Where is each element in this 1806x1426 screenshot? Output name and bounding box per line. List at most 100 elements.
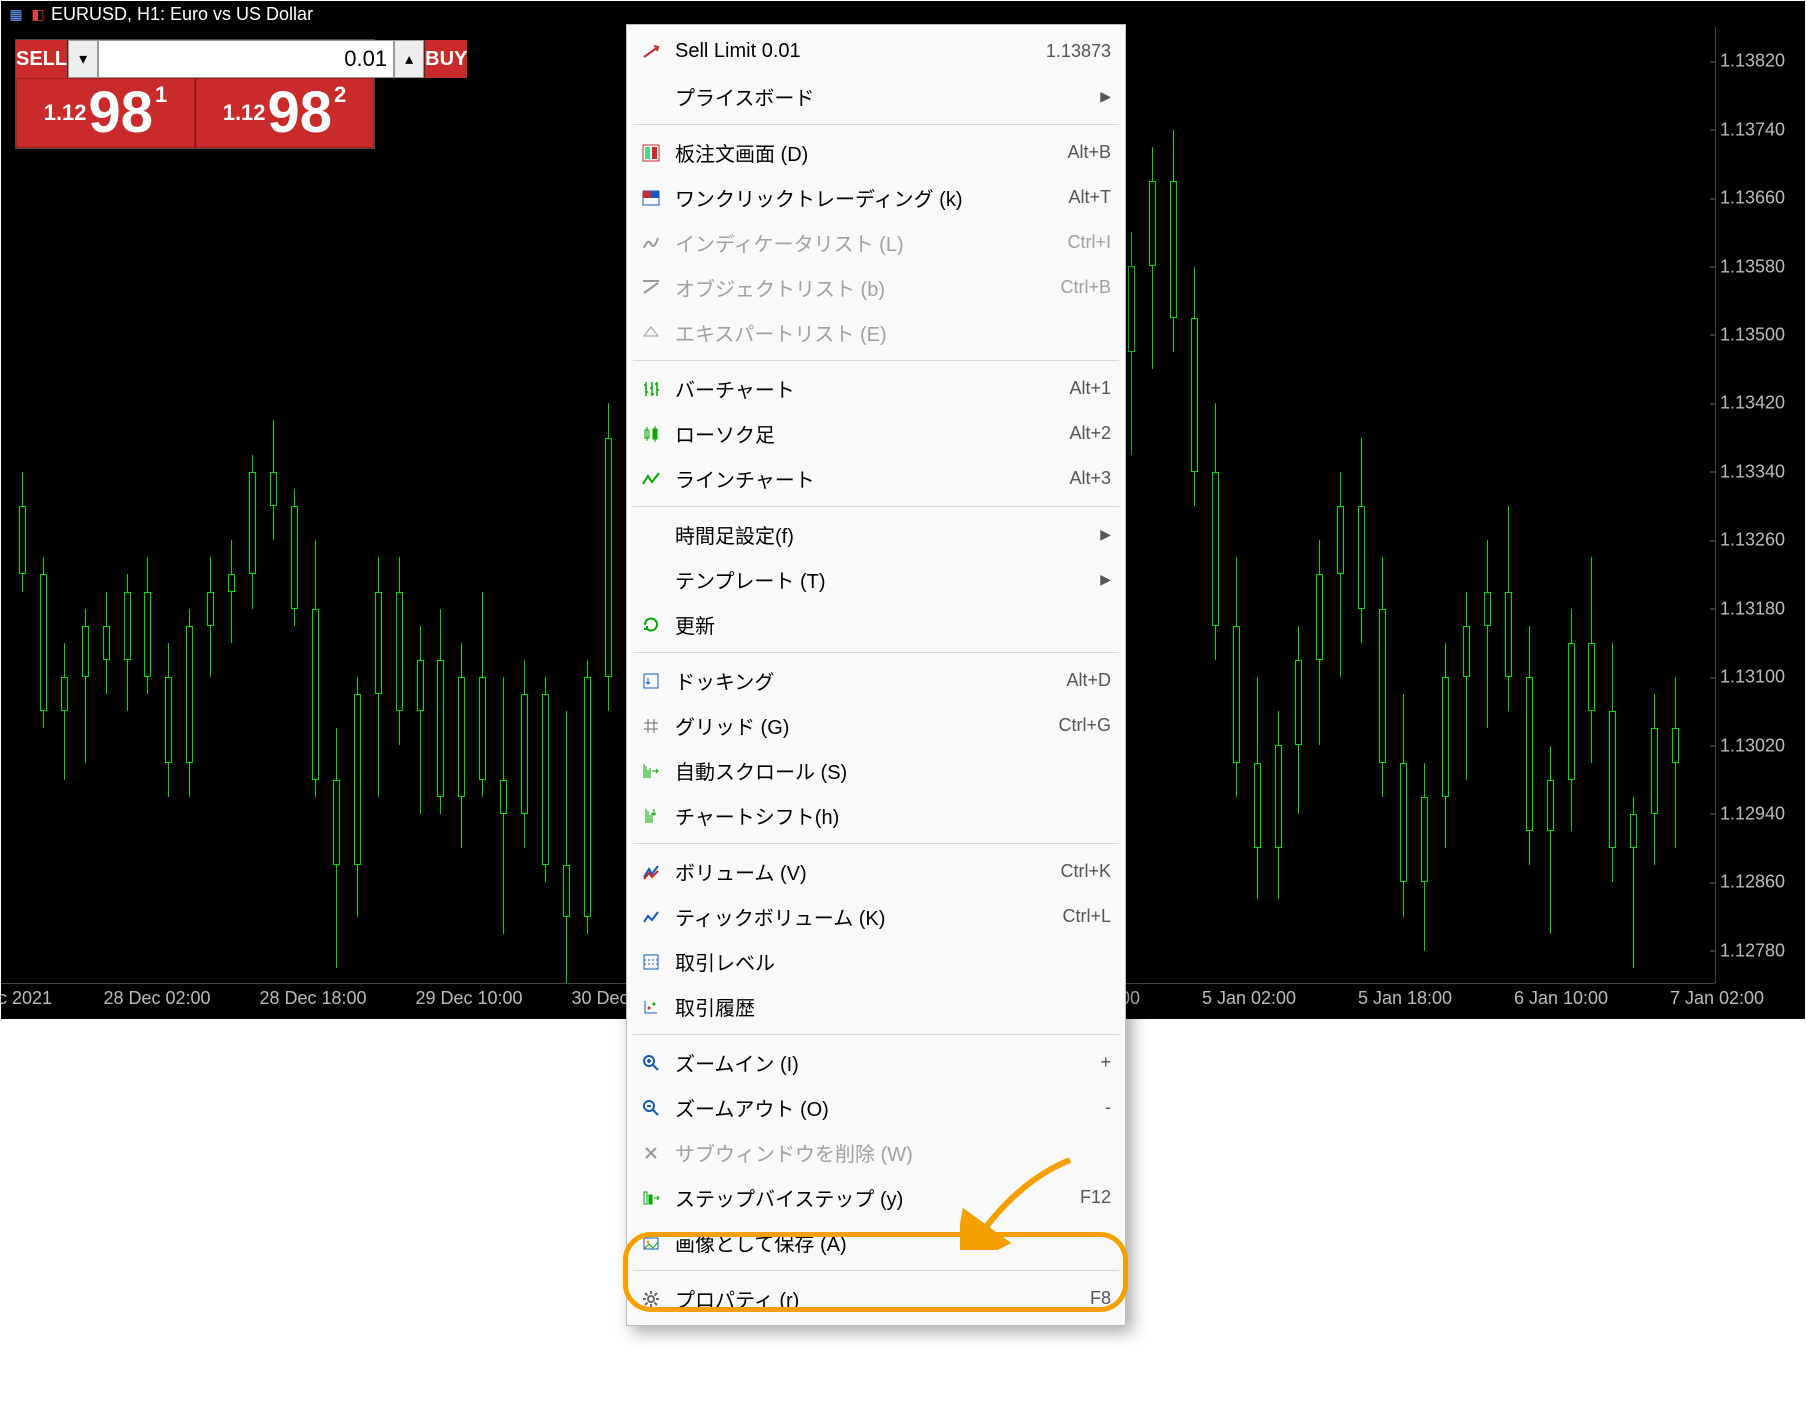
menu-separator (633, 124, 1119, 125)
candle (336, 728, 337, 968)
menu-item[interactable]: 板注文画面 (D) Alt+B (627, 130, 1125, 175)
menu-item-shortcut: Alt+B (1067, 142, 1111, 163)
menu-item-label: グリッド (G) (675, 711, 1048, 740)
menu-item-label: サブウィンドウを削除 (W) (675, 1138, 1111, 1167)
candle (1654, 694, 1655, 865)
menu-item-shortcut: - (1105, 1097, 1111, 1118)
candle (608, 403, 609, 711)
candle (1403, 694, 1404, 916)
menu-item-shortcut: Alt+1 (1069, 378, 1111, 399)
time-tick: 7 Jan 02:00 (1670, 988, 1764, 1009)
menu-item[interactable]: 更新 (627, 602, 1125, 647)
menu-item-shortcut: Alt+D (1066, 670, 1111, 691)
candle (1152, 147, 1153, 369)
saveimage-icon (637, 1229, 665, 1257)
menu-item-shortcut: Ctrl+B (1060, 277, 1111, 298)
price-tick: 1.13180 (1720, 598, 1785, 619)
indicator-icon (637, 229, 665, 257)
candle (85, 609, 86, 763)
menu-item[interactable]: ズームアウト (O)- (627, 1085, 1125, 1130)
candle (566, 711, 567, 983)
time-tick: 27 Dec 2021 (0, 988, 52, 1009)
grid-icon (637, 712, 665, 740)
menu-separator (633, 360, 1119, 361)
menu-item: インディケータリスト (L)Ctrl+I (627, 220, 1125, 265)
price-tick: 1.13340 (1720, 461, 1785, 482)
menu-item[interactable]: プロパティ (r)F8 (627, 1276, 1125, 1321)
menu-item[interactable]: 時間足設定(f) ▶ (627, 512, 1125, 557)
menu-item: サブウィンドウを削除 (W) (627, 1130, 1125, 1175)
menu-item-label: 時間足設定(f) (675, 520, 1090, 549)
properties-icon (637, 1285, 665, 1313)
menu-item[interactable]: 取引履歴 (627, 984, 1125, 1029)
menu-separator (633, 506, 1119, 507)
menu-item-label: ラインチャート (675, 464, 1059, 493)
menu-item[interactable]: 取引レベル (627, 939, 1125, 984)
menu-item[interactable]: プライスボード ▶ (627, 74, 1125, 119)
candle (189, 609, 190, 797)
zoomin-icon (637, 1049, 665, 1077)
candle (1487, 540, 1488, 728)
candle (1445, 643, 1446, 848)
menu-item: オブジェクトリスト (b)Ctrl+B (627, 265, 1125, 310)
menu-item-shortcut: Ctrl+I (1067, 232, 1111, 253)
menu-item[interactable]: ドッキングAlt+D (627, 658, 1125, 703)
candle (252, 455, 253, 609)
menu-item[interactable]: ズームイン (I)+ (627, 1040, 1125, 1085)
candle (22, 472, 23, 592)
menu-item-label: 画像として保存 (A) (675, 1228, 1111, 1257)
menu-item[interactable]: ステップバイステップ (y)F12 (627, 1175, 1125, 1220)
menu-item-shortcut: Alt+T (1068, 187, 1111, 208)
candle (1340, 472, 1341, 677)
menu-item: エキスパートリスト (E) (627, 310, 1125, 355)
candle (210, 557, 211, 677)
candle (1361, 438, 1362, 643)
menu-item[interactable]: テンプレート (T)▶ (627, 557, 1125, 602)
menu-item[interactable]: 画像として保存 (A) (627, 1220, 1125, 1265)
menu-item[interactable]: 自動スクロール (S) (627, 748, 1125, 793)
time-tick: 5 Jan 02:00 (1202, 988, 1296, 1009)
menu-item[interactable]: グリッド (G) Ctrl+G (627, 703, 1125, 748)
menu-item[interactable]: ラインチャートAlt+3 (627, 456, 1125, 501)
selllimit-icon (637, 38, 665, 66)
submenu-arrow-icon: ▶ (1100, 88, 1111, 105)
menu-item-label: テンプレート (T) (675, 565, 1090, 594)
menu-item[interactable]: バーチャートAlt+1 (627, 366, 1125, 411)
menu-item[interactable]: ボリューム (V)Ctrl+K (627, 849, 1125, 894)
candle (1236, 557, 1237, 797)
menu-item[interactable]: ローソク足Alt+2 (627, 411, 1125, 456)
object-icon (637, 274, 665, 302)
candle (294, 489, 295, 626)
menu-item[interactable]: Sell Limit 0.011.13873 (627, 29, 1125, 74)
menu-item[interactable]: チャートシフト(h) (627, 793, 1125, 838)
candle (127, 574, 128, 711)
menu-item-label: 更新 (675, 610, 1111, 639)
price-tick: 1.12860 (1720, 872, 1785, 893)
menu-item-shortcut: Ctrl+G (1058, 715, 1111, 736)
candle (1466, 592, 1467, 780)
menu-item-label: ローソク足 (675, 419, 1059, 448)
candle (1675, 677, 1676, 848)
menu-item-label: 取引履歴 (675, 992, 1111, 1021)
menu-item[interactable]: ティックボリューム (K)Ctrl+L (627, 894, 1125, 939)
candle (440, 609, 441, 814)
price-axis: 1.138201.137401.136601.135801.135001.134… (1715, 27, 1805, 983)
chart-title: EURUSD, H1: Euro vs US Dollar (51, 4, 313, 25)
menu-item-label: 取引レベル (675, 947, 1111, 976)
price-tick: 1.12780 (1720, 940, 1785, 961)
blank-icon (637, 566, 665, 594)
menu-item-label: 板注文画面 (D) (675, 138, 1057, 167)
price-tick: 1.13420 (1720, 393, 1785, 414)
menu-item-label: チャートシフト(h) (675, 801, 1111, 830)
menu-item-shortcut: Ctrl+L (1062, 906, 1111, 927)
menu-item[interactable]: ワンクリックトレーディング (k)Alt+T (627, 175, 1125, 220)
candle (231, 540, 232, 643)
candle (1257, 677, 1258, 899)
time-tick: 6 Jan 10:00 (1514, 988, 1608, 1009)
candle (168, 643, 169, 797)
price-tick: 1.13580 (1720, 256, 1785, 277)
menu-item-label: プライスボード (675, 82, 1090, 111)
candle (1424, 763, 1425, 951)
submenu-arrow-icon: ▶ (1100, 526, 1111, 543)
line-icon (637, 465, 665, 493)
